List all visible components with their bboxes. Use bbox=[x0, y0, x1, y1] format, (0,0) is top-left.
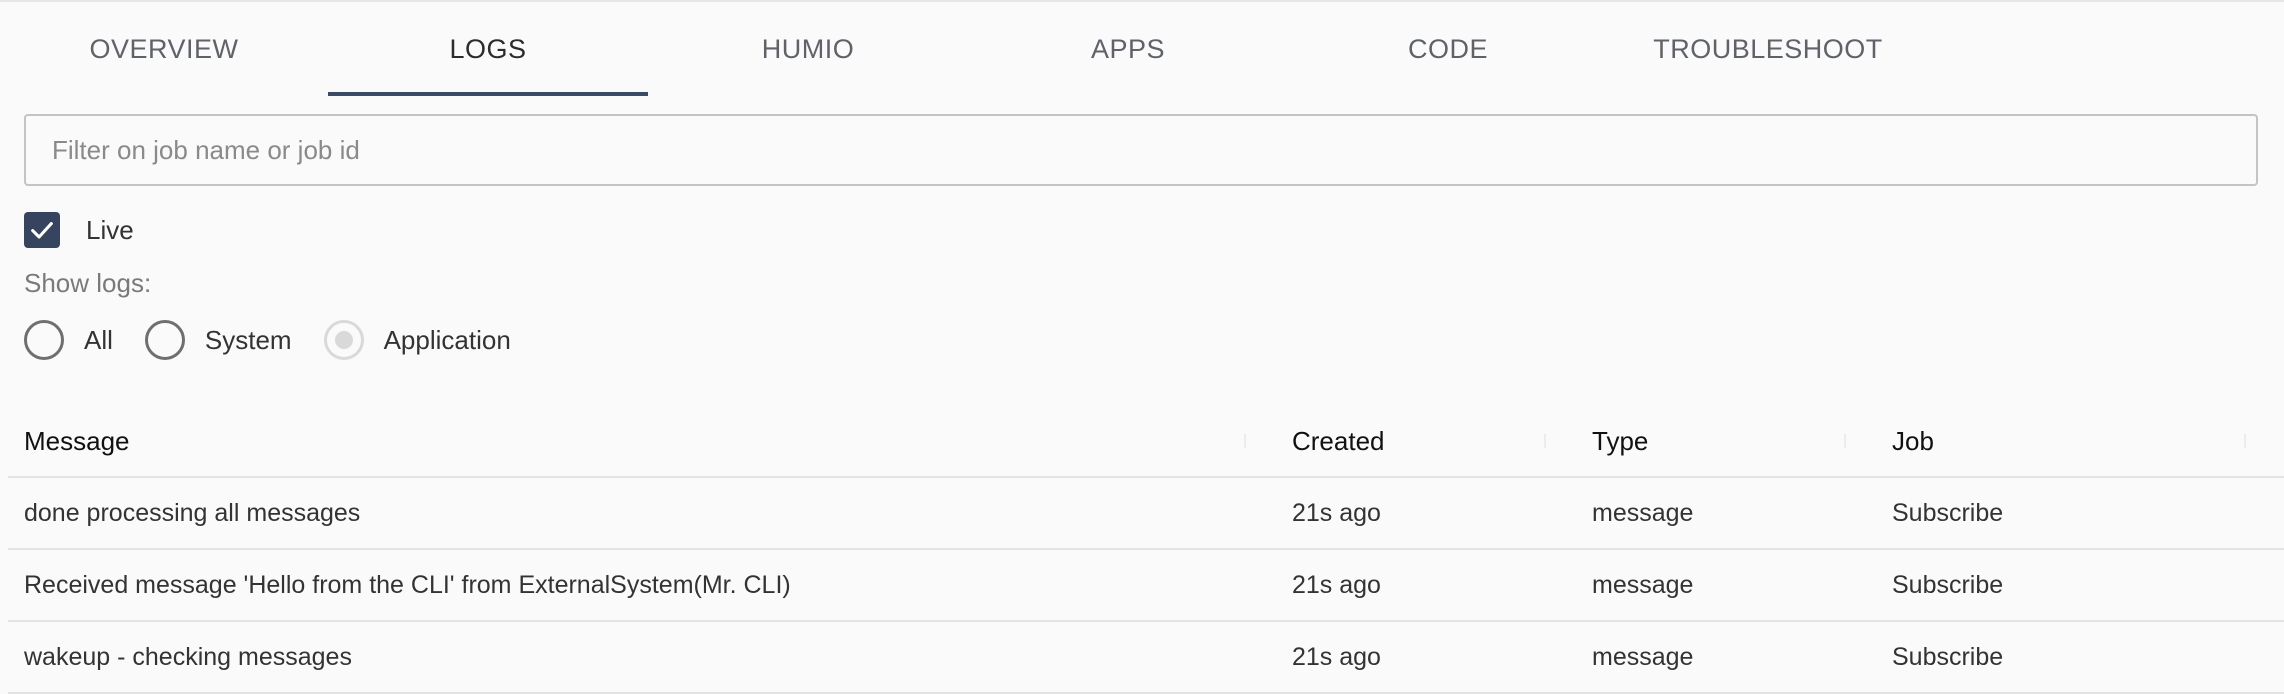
live-toggle[interactable]: Live bbox=[24, 210, 134, 250]
tab-label: CODE bbox=[1407, 33, 1488, 64]
cell-created: 21s ago bbox=[1292, 570, 1381, 599]
tab-label: APPS bbox=[1090, 33, 1166, 64]
radio-option-all[interactable]: All bbox=[24, 320, 113, 360]
cell-job: Subscribe bbox=[1892, 570, 2004, 599]
radio-option-application[interactable]: Application bbox=[323, 320, 511, 360]
live-label: Live bbox=[86, 214, 134, 245]
logs-page: OVERVIEW LOGS HUMIO APPS CODE TROUBLESHO… bbox=[0, 0, 2284, 694]
tab-bar: OVERVIEW LOGS HUMIO APPS CODE TROUBLESHO… bbox=[8, 2, 2284, 98]
column-header-job[interactable]: Job bbox=[1892, 406, 1934, 476]
tab-overview[interactable]: OVERVIEW bbox=[8, 2, 320, 96]
cell-message: done processing all messages bbox=[24, 498, 361, 527]
checkmark-icon bbox=[31, 222, 53, 239]
tab-troubleshoot[interactable]: TROUBLESHOOT bbox=[1608, 2, 1928, 96]
job-filter-input[interactable] bbox=[24, 114, 2258, 186]
cell-type: message bbox=[1592, 498, 1694, 527]
radio-button[interactable] bbox=[323, 320, 364, 360]
live-checkbox[interactable] bbox=[24, 212, 60, 248]
tab-label: TROUBLESHOOT bbox=[1653, 33, 1883, 64]
cell-message: wakeup - checking messages bbox=[24, 642, 352, 671]
cell-created: 21s ago bbox=[1292, 498, 1381, 527]
radio-option-system[interactable]: System bbox=[144, 320, 292, 360]
column-header-created[interactable]: Created bbox=[1292, 406, 1385, 476]
column-header-message[interactable]: Message bbox=[24, 406, 130, 476]
radio-label: All bbox=[84, 324, 113, 355]
table-row[interactable]: wakeup - checking messages 21s ago messa… bbox=[8, 622, 2284, 694]
log-type-radio-group: All System Application bbox=[24, 318, 511, 362]
cell-type: message bbox=[1592, 570, 1694, 599]
column-divider[interactable] bbox=[1544, 434, 1546, 448]
tab-apps[interactable]: APPS bbox=[968, 2, 1288, 96]
show-logs-label: Show logs: bbox=[24, 268, 152, 298]
radio-label: Application bbox=[383, 324, 511, 355]
tab-label: LOGS bbox=[449, 33, 527, 64]
column-header-type[interactable]: Type bbox=[1592, 406, 1648, 476]
cell-job: Subscribe bbox=[1892, 642, 2004, 671]
table-row[interactable]: Received message 'Hello from the CLI' fr… bbox=[8, 550, 2284, 622]
cell-job: Subscribe bbox=[1892, 498, 2004, 527]
cell-message: Received message 'Hello from the CLI' fr… bbox=[24, 570, 791, 599]
table-row[interactable]: done processing all messages 21s ago mes… bbox=[8, 478, 2284, 550]
cell-created: 21s ago bbox=[1292, 642, 1381, 671]
column-divider[interactable] bbox=[1844, 434, 1846, 448]
tab-code[interactable]: CODE bbox=[1288, 2, 1608, 96]
tab-humio[interactable]: HUMIO bbox=[648, 2, 968, 96]
radio-button[interactable] bbox=[24, 320, 64, 360]
logs-table: Message Created Type Job done processing… bbox=[8, 406, 2284, 694]
table-header: Message Created Type Job bbox=[8, 406, 2284, 478]
radio-button[interactable] bbox=[144, 320, 185, 360]
radio-label: System bbox=[204, 324, 292, 355]
tab-label: HUMIO bbox=[761, 33, 855, 64]
tab-label: OVERVIEW bbox=[89, 33, 239, 64]
tab-logs[interactable]: LOGS bbox=[328, 2, 648, 96]
active-tab-indicator bbox=[328, 92, 648, 96]
column-divider[interactable] bbox=[1244, 434, 1246, 448]
cell-type: message bbox=[1592, 642, 1694, 671]
column-divider[interactable] bbox=[2244, 434, 2246, 448]
